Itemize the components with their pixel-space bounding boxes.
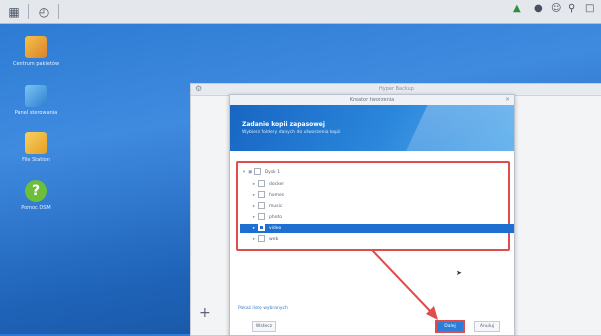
gear-icon[interactable]: ⚙ xyxy=(195,84,202,93)
user-icon[interactable]: ☺ xyxy=(551,3,561,14)
help-icon: ? xyxy=(25,180,47,202)
desktop-icon-help[interactable]: ? Pomoc DSM xyxy=(11,180,61,211)
wizard-banner: Zadanie kopii zapasowej Wybierz foldery … xyxy=(230,105,514,151)
widgets-icon[interactable]: □ xyxy=(585,3,594,14)
tree-checkbox-checked[interactable] xyxy=(258,224,265,231)
tree-item[interactable]: ▸ photo xyxy=(240,213,514,222)
desktop-icon-package-center[interactable]: Centrum pakietów xyxy=(11,36,61,67)
tree-item-label: homes xyxy=(269,193,285,198)
expand-arrow-icon[interactable]: ▸ xyxy=(250,224,258,233)
sync-icon[interactable]: ▲ xyxy=(513,3,521,14)
control-panel-icon xyxy=(25,85,47,107)
tree-item[interactable]: ▸ music xyxy=(240,202,514,211)
tree-item-label: photo xyxy=(269,215,282,220)
tree-checkbox[interactable] xyxy=(258,191,265,198)
tree-item-label: Dysk 1 xyxy=(264,170,281,175)
tree-item-selected[interactable]: ▸ video xyxy=(240,224,514,233)
back-button[interactable]: Wstecz xyxy=(252,321,276,332)
cancel-button[interactable]: Anuluj xyxy=(474,321,500,332)
notification-icon[interactable]: ● xyxy=(534,3,543,14)
desktop-icon-control-panel[interactable]: Panel sterowania xyxy=(11,85,61,116)
taskbar-divider xyxy=(58,4,59,19)
add-task-button[interactable]: + xyxy=(199,305,211,321)
folder-icon xyxy=(25,132,47,154)
expand-arrow-icon[interactable]: ▾ xyxy=(240,168,248,177)
grid-icon[interactable]: ▦ xyxy=(3,2,25,21)
tree-item-label: web xyxy=(269,237,279,242)
clock-icon[interactable]: ◴ xyxy=(33,2,55,21)
tree-item-label: docker xyxy=(269,182,285,187)
banner-subtitle: Wybierz foldery danych do utworzenia kop… xyxy=(242,130,341,135)
show-selected-link[interactable]: Pokaż listę wybranych xyxy=(238,306,288,311)
mouse-cursor-icon: ➤ xyxy=(456,269,462,277)
desktop-icon-file-station[interactable]: File Station xyxy=(11,132,61,163)
expand-arrow-icon[interactable]: ▸ xyxy=(250,235,258,244)
drive-icon: ▣ xyxy=(248,170,253,175)
tree-checkbox[interactable] xyxy=(258,213,265,220)
taskbar: ▦ ◴ ▲ ● ☺ ⚲ □ xyxy=(0,0,601,24)
tree-item[interactable]: ▸ docker xyxy=(240,180,514,189)
tree-item-label: music xyxy=(269,204,283,209)
close-icon[interactable]: ✕ xyxy=(505,96,510,103)
package-center-icon xyxy=(25,36,47,58)
tree-checkbox[interactable] xyxy=(253,168,261,175)
next-button[interactable]: Dalej xyxy=(435,320,465,333)
expand-arrow-icon[interactable]: ▸ xyxy=(250,213,258,222)
tree-checkbox[interactable] xyxy=(258,180,265,187)
search-icon[interactable]: ⚲ xyxy=(568,3,575,14)
banner-decoration xyxy=(397,105,514,151)
folder-tree: ▾ ▣ Dysk 1 ▸ docker ▸ homes ▸ music ▸ photo ▸… xyxy=(236,161,514,251)
tree-item-label: video xyxy=(269,226,282,231)
desktop-icon-label: Pomoc DSM xyxy=(21,205,51,211)
expand-arrow-icon[interactable]: ▸ xyxy=(250,202,258,211)
backup-wizard-dialog: Kreator tworzenia ✕ Zadanie kopii zapaso… xyxy=(229,94,515,336)
tree-checkbox[interactable] xyxy=(258,202,265,209)
tree-item-root[interactable]: ▾ ▣ Dysk 1 xyxy=(240,168,504,177)
tree-item[interactable]: ▸ web xyxy=(240,235,514,244)
taskbar-divider xyxy=(28,4,29,19)
expand-arrow-icon[interactable]: ▸ xyxy=(250,191,258,200)
desktop-icon-label: File Station xyxy=(22,157,50,163)
desktop-icon-label: Centrum pakietów xyxy=(12,61,60,67)
tree-item[interactable]: ▸ homes xyxy=(240,191,514,200)
desktop-icon-label: Panel sterowania xyxy=(14,110,58,116)
tree-checkbox[interactable] xyxy=(258,235,265,242)
banner-title: Zadanie kopii zapasowej xyxy=(242,121,325,128)
expand-arrow-icon[interactable]: ▸ xyxy=(250,180,258,189)
